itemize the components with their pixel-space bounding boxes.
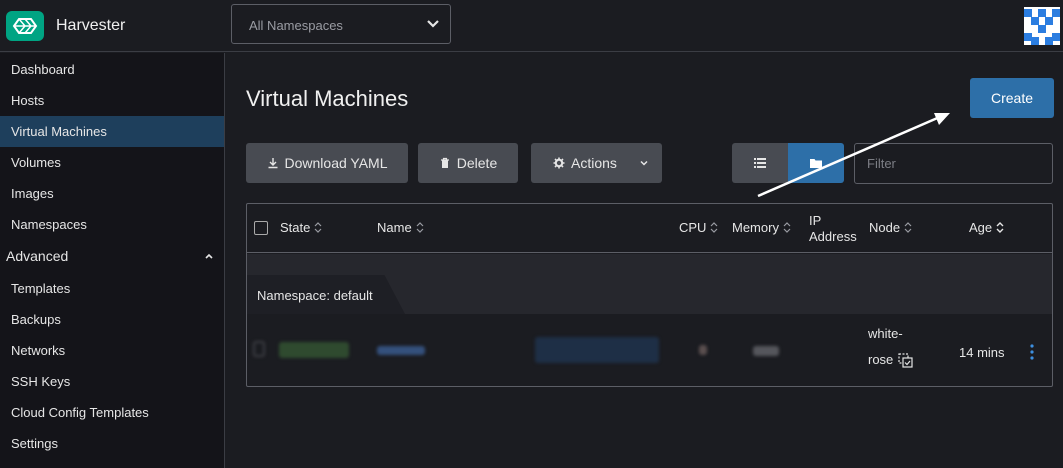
copy-icon[interactable]: [898, 352, 913, 368]
row-checkbox-redacted[interactable]: [253, 341, 265, 357]
column-header-state-label: State: [280, 220, 311, 235]
cpu-value-redacted: [699, 345, 707, 355]
harvester-logo-icon[interactable]: [6, 11, 44, 41]
age-cell: 14 mins: [959, 345, 1005, 360]
sidebar-item-hosts[interactable]: Hosts: [0, 85, 224, 116]
chevron-down-icon: [640, 160, 648, 166]
delete-button[interactable]: Delete: [418, 143, 518, 183]
sidebar-item-templates[interactable]: Templates: [0, 273, 224, 304]
state-badge-redacted: [279, 342, 349, 358]
actions-dropdown-button[interactable]: Actions: [531, 143, 662, 183]
create-button[interactable]: Create: [970, 78, 1054, 118]
user-avatar-icon[interactable]: [1024, 7, 1060, 45]
download-yaml-label: Download YAML: [284, 155, 388, 171]
column-header-cpu-label: CPU: [679, 220, 707, 235]
column-header-age-label: Age: [969, 220, 993, 235]
download-icon: [268, 158, 277, 169]
vm-console-redacted[interactable]: [535, 337, 659, 363]
sidebar-group-label: Advanced: [6, 248, 69, 264]
column-header-ip-label-line2: Address: [809, 229, 857, 244]
column-header-ip-label-line1: IP: [809, 213, 822, 228]
namespace-group-band: Namespace: default: [247, 254, 1052, 314]
namespace-select-value: All Namespaces: [249, 18, 343, 33]
sidebar-item-cloud-config-templates[interactable]: Cloud Config Templates: [0, 397, 224, 428]
column-header-name[interactable]: Name: [377, 220, 424, 235]
sidebar-item-networks[interactable]: Networks: [0, 335, 224, 366]
namespace-group-label: Namespace: default: [257, 288, 373, 303]
gear-icon: [553, 157, 565, 169]
top-header: Harvester All Namespaces: [0, 0, 1063, 52]
select-all-checkbox[interactable]: [254, 221, 268, 235]
sidebar-item-dashboard[interactable]: Dashboard: [0, 54, 224, 85]
column-header-cpu[interactable]: CPU: [679, 220, 718, 235]
trash-icon: [440, 157, 449, 168]
list-icon: [754, 158, 766, 168]
kebab-menu-icon[interactable]: [1028, 344, 1036, 360]
memory-value-redacted: [753, 346, 779, 356]
node-name-line2: rose: [868, 352, 894, 367]
column-header-age[interactable]: Age: [969, 220, 1004, 235]
chevron-up-icon: [205, 253, 213, 259]
sidebar: Dashboard Hosts Virtual Machines Volumes…: [0, 53, 225, 468]
sidebar-item-virtual-machines[interactable]: Virtual Machines: [0, 116, 224, 147]
sidebar-group-advanced[interactable]: Advanced: [0, 241, 224, 272]
column-header-state[interactable]: State: [280, 220, 322, 235]
sidebar-item-images[interactable]: Images: [0, 178, 224, 209]
page-title: Virtual Machines: [246, 86, 409, 111]
vm-table: State Name CPU Memory IP Address Node Ag…: [246, 203, 1053, 387]
namespace-group-tab: Namespace: default: [247, 275, 405, 314]
sort-icon: [904, 222, 912, 233]
folder-icon: [810, 159, 822, 168]
sort-icon: [996, 222, 1004, 233]
sort-icon: [783, 222, 791, 233]
column-header-ip-address[interactable]: IP Address: [809, 213, 857, 244]
group-by-namespace-toggle[interactable]: [788, 143, 844, 183]
list-view-toggle[interactable]: [732, 143, 788, 183]
chevron-down-icon: [427, 20, 439, 28]
sort-icon: [416, 222, 424, 233]
sort-icon: [711, 222, 718, 233]
sidebar-item-namespaces[interactable]: Namespaces: [0, 209, 224, 240]
node-cell: white- rose: [868, 321, 913, 373]
vm-name-link-redacted[interactable]: [377, 346, 425, 355]
table-row[interactable]: white- rose 14 mins: [247, 315, 1052, 386]
actions-label: Actions: [571, 155, 617, 171]
namespace-select[interactable]: All Namespaces: [231, 4, 451, 44]
column-header-memory[interactable]: Memory: [732, 220, 791, 235]
column-header-memory-label: Memory: [732, 220, 779, 235]
app-title: Harvester: [56, 17, 126, 34]
filter-input[interactable]: [854, 143, 1053, 184]
table-header: State Name CPU Memory IP Address Node Ag…: [247, 204, 1052, 253]
column-header-node[interactable]: Node: [869, 220, 912, 235]
sort-icon: [314, 222, 322, 233]
delete-label: Delete: [456, 155, 498, 171]
column-header-node-label: Node: [869, 220, 901, 235]
column-header-name-label: Name: [377, 220, 412, 235]
node-name-line1: white-: [868, 326, 903, 341]
download-yaml-button[interactable]: Download YAML: [246, 143, 408, 183]
sidebar-item-volumes[interactable]: Volumes: [0, 147, 224, 178]
sidebar-item-backups[interactable]: Backups: [0, 304, 224, 335]
sidebar-item-ssh-keys[interactable]: SSH Keys: [0, 366, 224, 397]
sidebar-item-settings[interactable]: Settings: [0, 428, 224, 459]
